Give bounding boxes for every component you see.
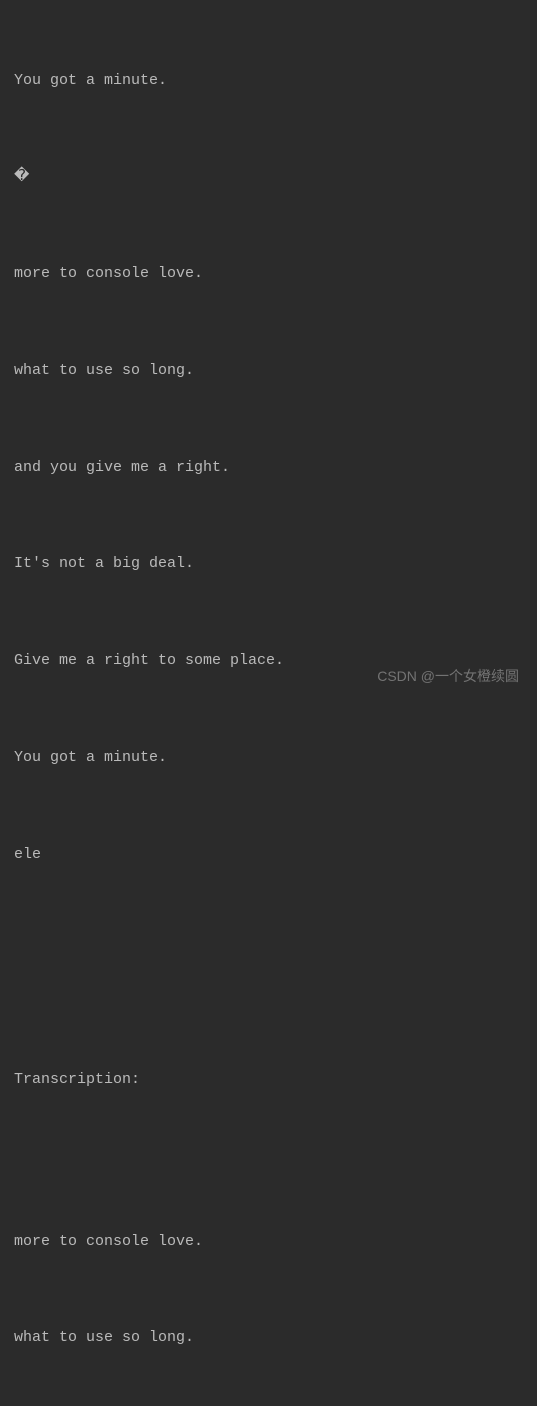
output-line: more to console love.: [14, 1226, 523, 1258]
output-line: You got a minute.: [14, 65, 523, 97]
output-line: Give me a right to some place.: [14, 645, 523, 677]
output-line: what to use so long.: [14, 1322, 523, 1354]
output-line: what to use so long.: [14, 355, 523, 387]
output-line: It's not a big deal.: [14, 548, 523, 580]
console-output: You got a minute. � more to console love…: [14, 0, 523, 1406]
output-line: and you give me a right.: [14, 452, 523, 484]
output-line: ele: [14, 839, 523, 871]
output-line: more to console love.: [14, 258, 523, 290]
output-line: �: [14, 161, 523, 193]
output-line: Transcription:: [14, 1064, 523, 1096]
output-line: You got a minute.: [14, 742, 523, 774]
